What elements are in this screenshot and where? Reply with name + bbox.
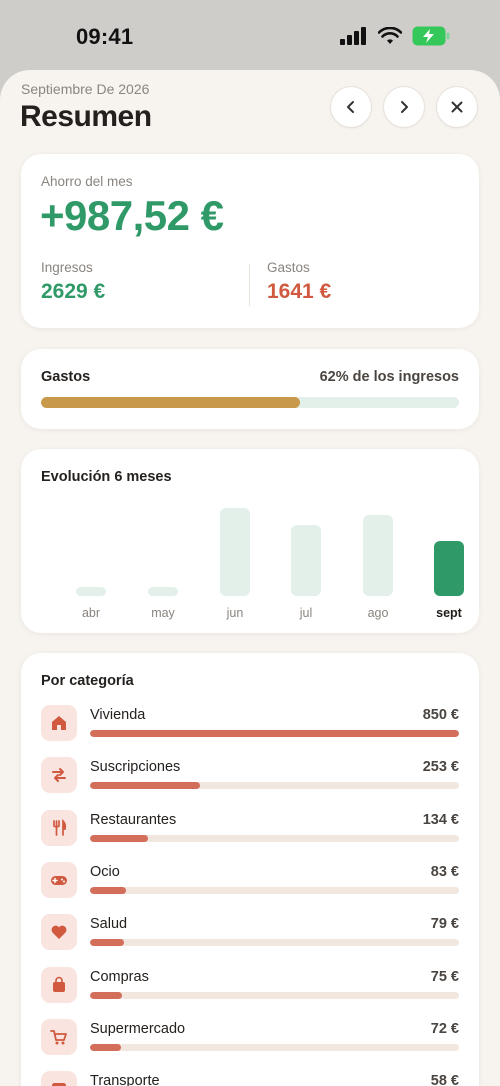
expenses-ratio-fill: [41, 397, 301, 408]
chart-label-jun: jun: [226, 606, 244, 620]
savings-label: Ahorro del mes: [41, 174, 133, 189]
signal-icon: [340, 27, 366, 45]
category-bar-fill: [90, 992, 123, 999]
summary-sheet: Septiembre De 2026 Resumen Ahorro del me…: [0, 70, 500, 1086]
category-name: Ocio: [90, 864, 120, 880]
category-row[interactable]: Restaurantes 134 €: [41, 810, 459, 854]
category-name: Compras: [90, 969, 149, 985]
expenses-ratio-header: Gastos 62% de los ingresos: [41, 369, 459, 385]
category-amount: 850 €: [422, 707, 459, 723]
chart-bar-ago: [363, 515, 393, 596]
category-row[interactable]: Compras 75 €: [41, 967, 459, 1011]
home-icon: [41, 705, 77, 741]
income-stat: Ingresos 2629 €: [41, 260, 105, 304]
income-value: 2629 €: [41, 280, 106, 303]
chart-label-jul: jul: [299, 606, 313, 620]
category-bar-fill: [90, 730, 459, 737]
page-title: Resumen: [20, 100, 152, 133]
category-row[interactable]: Transporte 58 €: [41, 1071, 459, 1086]
category-row[interactable]: Supermercado 72 €: [41, 1019, 459, 1063]
category-name: Restaurantes: [90, 812, 177, 828]
category-bar-fill: [90, 887, 127, 894]
chart-label-may: may: [151, 606, 175, 620]
status-bar: 09:41: [0, 0, 500, 70]
category-row[interactable]: Ocio 83 €: [41, 862, 459, 906]
category-amount: 58 €: [430, 1073, 459, 1086]
chart-bar-sept: [434, 541, 464, 596]
bag-icon: [41, 967, 77, 1003]
close-icon: [451, 101, 463, 113]
status-time: 09:41: [76, 24, 134, 49]
chart-label-ago: ago: [367, 606, 389, 620]
category-name: Vivienda: [90, 707, 146, 723]
category-bar-track: [90, 939, 459, 946]
category-row[interactable]: Suscripciones 253 €: [41, 757, 459, 801]
expenses-ratio-track: [41, 397, 459, 408]
chart-bar-jul: [291, 525, 321, 596]
category-amount: 134 €: [422, 812, 459, 828]
close-button[interactable]: [436, 86, 478, 128]
category-amount: 79 €: [430, 916, 459, 932]
battery-charging-icon: [412, 26, 450, 46]
category-bar-fill: [90, 1044, 122, 1051]
category-row[interactable]: Salud 79 €: [41, 914, 459, 958]
gamepad-icon: [41, 862, 77, 898]
chart-label-sept: sept: [436, 606, 462, 620]
next-month-button[interactable]: [383, 86, 425, 128]
savings-value: +987,52 €: [40, 192, 224, 239]
category-bar-track: [90, 1044, 459, 1051]
category-name: Transporte: [90, 1073, 160, 1086]
category-name: Suscripciones: [90, 759, 181, 775]
heart-icon: [41, 914, 77, 950]
category-bar-fill: [90, 939, 125, 946]
chevron-right-icon: [401, 101, 408, 113]
chart-bar-abr: [76, 587, 106, 596]
repeat-icon: [41, 757, 77, 793]
transport-icon: [41, 1071, 77, 1086]
evolution-chart: abr may jun jul ago sept: [21, 449, 479, 634]
category-bar-track: [90, 782, 459, 789]
category-bar-fill: [90, 835, 149, 842]
wifi-icon: [378, 27, 402, 44]
expenses-value: 1641 €: [267, 280, 332, 303]
category-amount: 75 €: [430, 969, 459, 985]
category-bar-fill: [90, 782, 200, 789]
category-amount: 253 €: [422, 759, 459, 775]
category-row[interactable]: Vivienda 850 €: [41, 705, 459, 749]
expenses-ratio-summary: 62% de los ingresos: [319, 369, 459, 385]
expenses-ratio-card: Gastos 62% de los ingresos: [21, 349, 479, 429]
previous-month-button[interactable]: [330, 86, 372, 128]
chart-label-abr: abr: [81, 606, 101, 620]
categories-card: Por categoría Vivienda 850 € Suscripciones…: [21, 653, 479, 1086]
stat-divider: [249, 264, 250, 306]
category-name: Supermercado: [90, 1021, 186, 1037]
chevron-left-icon: [347, 101, 354, 113]
income-label: Ingresos: [41, 260, 93, 275]
category-amount: 72 €: [430, 1021, 459, 1037]
cart-icon: [41, 1019, 77, 1055]
evolution-card: Evolución 6 meses abr may jun jul ago sept: [21, 449, 479, 633]
category-bar-track: [90, 835, 459, 842]
chart-bar-jun: [220, 508, 250, 596]
expenses-ratio-label: Gastos: [41, 369, 91, 385]
savings-card: Ahorro del mes +987,52 € Ingresos 2629 €…: [21, 154, 479, 328]
expenses-stat: Gastos 1641 €: [267, 260, 331, 304]
category-amount: 83 €: [430, 864, 459, 880]
category-bar-track: [90, 730, 459, 737]
period-subtitle: Septiembre De 2026: [21, 81, 150, 97]
utensils-icon: [41, 810, 77, 846]
category-bar-track: [90, 992, 459, 999]
categories-title: Por categoría: [41, 673, 134, 689]
expenses-label: Gastos: [267, 260, 310, 275]
category-bar-track: [90, 887, 459, 894]
chart-bar-may: [148, 587, 178, 596]
status-icons: [340, 26, 450, 46]
category-name: Salud: [90, 916, 128, 932]
